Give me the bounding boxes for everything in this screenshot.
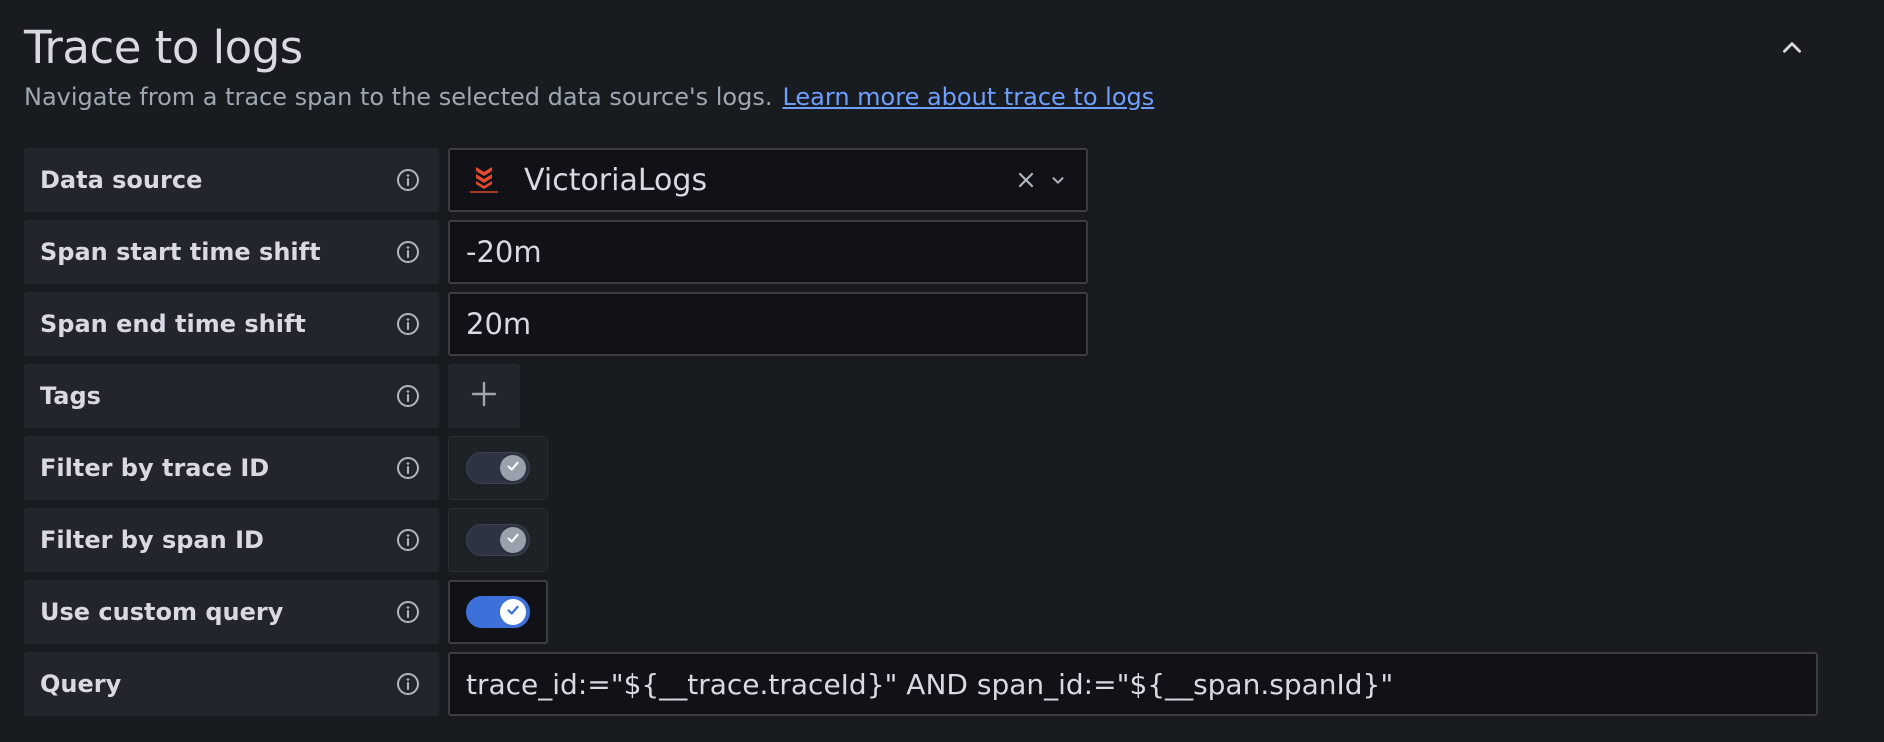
field-label: Tags <box>40 382 101 410</box>
span-end-label: Span end time shift <box>24 292 439 356</box>
span-start-input[interactable]: -20m <box>448 220 1088 284</box>
check-icon <box>505 530 521 550</box>
info-circle-icon[interactable] <box>395 599 421 625</box>
span-end-input[interactable]: 20m <box>448 292 1088 356</box>
field-label: Data source <box>40 166 203 194</box>
custom-query-toggle[interactable] <box>466 596 530 628</box>
collapse-button[interactable] <box>1772 30 1812 70</box>
tags-row: Tags <box>24 364 520 428</box>
toggle-knob <box>500 455 526 481</box>
info-circle-icon[interactable] <box>395 239 421 265</box>
info-circle-icon[interactable] <box>395 671 421 697</box>
filter-trace-label: Filter by trace ID <box>24 436 439 500</box>
toggle-knob <box>500 599 526 625</box>
toggle-knob <box>500 527 526 553</box>
query-value: trace_id:="${__trace.traceId}" AND span_… <box>466 667 1394 701</box>
span-end-row: Span end time shift 20m <box>24 292 1088 356</box>
query-input[interactable]: trace_id:="${__trace.traceId}" AND span_… <box>448 652 1818 716</box>
field-label: Filter by span ID <box>40 526 264 554</box>
trace-to-logs-section: Trace to logs Navigate from a trace span… <box>0 0 1884 742</box>
filter-span-switch-container <box>448 508 548 572</box>
info-circle-icon[interactable] <box>395 167 421 193</box>
info-circle-icon[interactable] <box>395 455 421 481</box>
field-label: Filter by trace ID <box>40 454 270 482</box>
span-start-row: Span start time shift -20m <box>24 220 1088 284</box>
info-circle-icon[interactable] <box>395 311 421 337</box>
field-label: Query <box>40 670 122 698</box>
span-start-value: -20m <box>466 235 542 269</box>
filter-trace-toggle[interactable] <box>466 452 530 484</box>
check-icon <box>505 602 521 622</box>
data-source-row: Data source VictoriaLogs <box>24 148 1088 212</box>
custom-query-row: Use custom query <box>24 580 548 644</box>
filter-trace-row: Filter by trace ID <box>24 436 548 500</box>
description-text: Navigate from a trace span to the select… <box>24 83 773 111</box>
chevron-up-icon <box>1779 35 1805 65</box>
filter-span-label: Filter by span ID <box>24 508 439 572</box>
plus-icon <box>470 380 498 412</box>
data-source-value: VictoriaLogs <box>524 162 708 198</box>
span-start-label: Span start time shift <box>24 220 439 284</box>
span-end-value: 20m <box>466 307 532 341</box>
data-source-label: Data source <box>24 148 439 212</box>
custom-query-switch-container <box>448 580 548 644</box>
add-tag-button[interactable] <box>448 364 520 428</box>
filter-span-toggle[interactable] <box>466 524 530 556</box>
info-circle-icon[interactable] <box>395 383 421 409</box>
field-label: Span end time shift <box>40 310 306 338</box>
field-label: Use custom query <box>40 598 284 626</box>
victorialogs-logo-icon <box>466 162 502 198</box>
data-source-select[interactable]: VictoriaLogs <box>448 148 1088 212</box>
filter-span-row: Filter by span ID <box>24 508 548 572</box>
section-title: Trace to logs <box>24 21 303 74</box>
query-row: Query trace_id:="${__trace.traceId}" AND… <box>24 652 1818 716</box>
section-description: Navigate from a trace span to the select… <box>24 80 1154 114</box>
filter-trace-switch-container <box>448 436 548 500</box>
query-label: Query <box>24 652 439 716</box>
info-circle-icon[interactable] <box>395 527 421 553</box>
custom-query-label: Use custom query <box>24 580 439 644</box>
chevron-down-icon[interactable] <box>1044 166 1072 194</box>
field-label: Span start time shift <box>40 238 321 266</box>
check-icon <box>505 458 521 478</box>
close-icon[interactable] <box>1012 166 1040 194</box>
tags-label: Tags <box>24 364 439 428</box>
learn-more-link[interactable]: Learn more about trace to logs <box>782 83 1154 111</box>
